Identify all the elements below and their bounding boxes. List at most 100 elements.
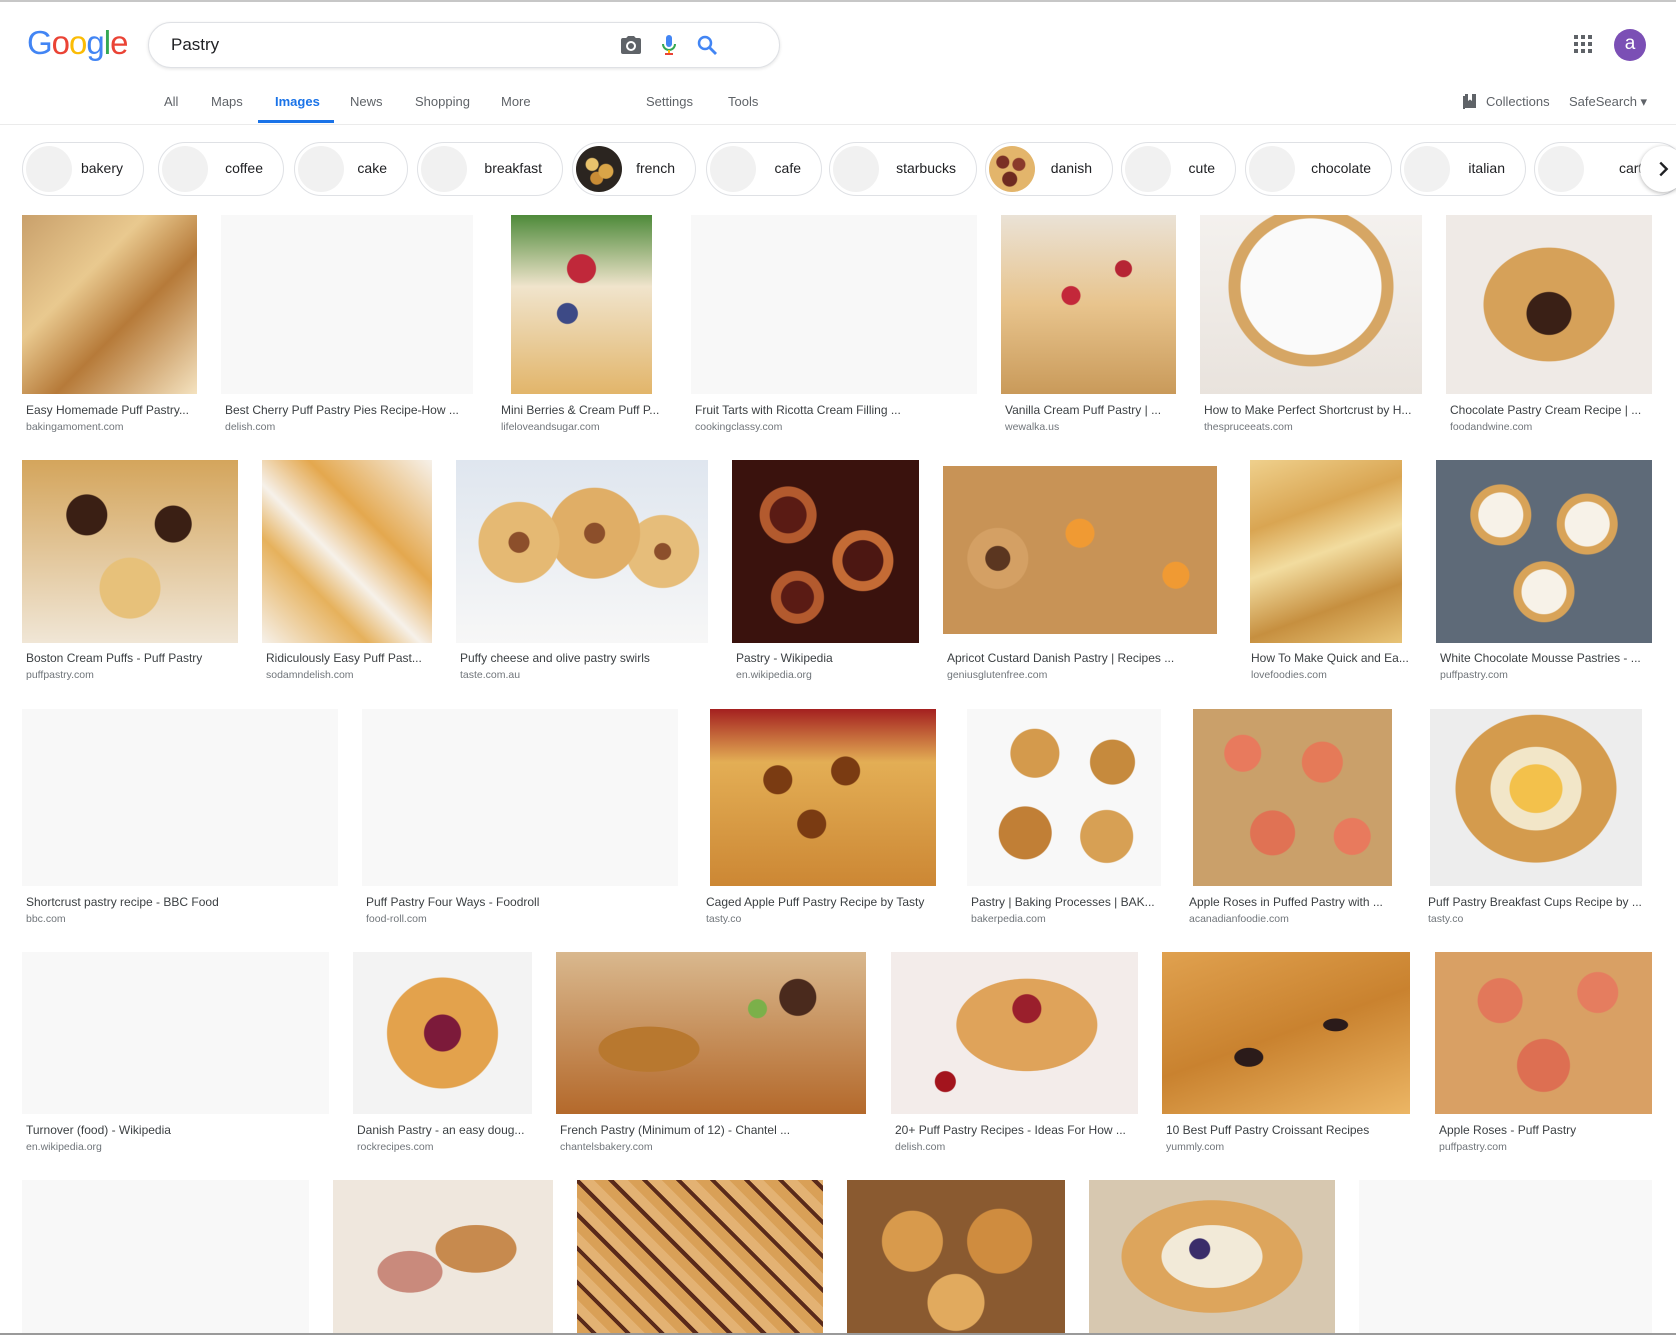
result-title[interactable]: Apple Roses - Puff Pastry — [1439, 1123, 1656, 1137]
tab-tools[interactable]: Tools — [728, 94, 758, 109]
result-site: en.wikipedia.org — [26, 1141, 102, 1153]
result-title[interactable]: 20+ Puff Pastry Recipes - Ideas For How … — [895, 1123, 1142, 1137]
chip-cute[interactable]: cute — [1121, 142, 1236, 196]
result-thumbnail[interactable] — [1430, 709, 1642, 886]
result-thumbnail[interactable] — [1193, 709, 1392, 886]
result-thumbnail[interactable] — [891, 952, 1138, 1114]
tab-images[interactable]: Images — [275, 94, 320, 109]
safesearch-dropdown[interactable]: SafeSearch ▾ — [1569, 94, 1647, 110]
result-thumbnail[interactable] — [22, 215, 197, 394]
result-title[interactable]: Boston Cream Puffs - Puff Pastry — [26, 651, 242, 665]
result-title[interactable]: 10 Best Puff Pastry Croissant Recipes — [1166, 1123, 1414, 1137]
result-thumbnail[interactable] — [691, 215, 977, 394]
search-icon[interactable] — [695, 33, 719, 57]
result-thumbnail[interactable] — [262, 460, 432, 643]
chip-danish[interactable]: danish — [985, 142, 1113, 196]
chip-bakery[interactable]: bakery — [22, 142, 144, 196]
result-title[interactable]: Chocolate Pastry Cream Recipe | ... — [1450, 403, 1656, 417]
search-box[interactable] — [148, 22, 780, 68]
result-title[interactable]: How to Make Perfect Shortcrust by H... — [1204, 403, 1426, 417]
chip-coffee[interactable]: coffee — [158, 142, 284, 196]
chip-thumbnail — [162, 146, 208, 192]
result-title[interactable]: Puff Pastry Breakfast Cups Recipe by ... — [1428, 895, 1646, 909]
chip-thumbnail — [576, 146, 622, 192]
camera-icon[interactable] — [619, 33, 643, 57]
result-title[interactable]: Fruit Tarts with Ricotta Cream Filling .… — [695, 403, 981, 417]
search-input[interactable] — [169, 34, 623, 56]
tab-maps[interactable]: Maps — [211, 94, 243, 109]
result-thumbnail[interactable] — [353, 952, 532, 1114]
result-site: geniusglutenfree.com — [947, 669, 1048, 681]
result-thumbnail[interactable] — [22, 460, 238, 643]
result-thumbnail[interactable] — [221, 215, 473, 394]
microphone-icon[interactable] — [657, 33, 681, 57]
result-title[interactable]: Ridiculously Easy Puff Past... — [266, 651, 436, 665]
tab-all[interactable]: All — [164, 94, 178, 109]
result-title[interactable]: Apple Roses in Puffed Pastry with ... — [1189, 895, 1399, 909]
chip-cafe[interactable]: cafe — [706, 142, 822, 196]
google-logo[interactable]: Google — [27, 24, 128, 62]
result-thumbnail[interactable] — [847, 1180, 1065, 1333]
chip-french[interactable]: french — [572, 142, 696, 196]
result-title[interactable]: Puffy cheese and olive pastry swirls — [460, 651, 712, 665]
result-thumbnail[interactable] — [1359, 1180, 1652, 1333]
result-site: sodamndelish.com — [266, 669, 354, 681]
result-site: puffpastry.com — [26, 669, 94, 681]
result-thumbnail[interactable] — [577, 1180, 823, 1333]
result-title[interactable]: Easy Homemade Puff Pastry... — [26, 403, 201, 417]
result-title[interactable]: Shortcrust pastry recipe - BBC Food — [26, 895, 342, 909]
chip-thumbnail — [1404, 146, 1450, 192]
chip-thumbnail — [989, 146, 1035, 192]
result-thumbnail[interactable] — [1435, 952, 1652, 1114]
collections-icon[interactable] — [1462, 93, 1478, 110]
result-thumbnail[interactable] — [1200, 215, 1422, 394]
chip-breakfast[interactable]: breakfast — [417, 142, 563, 196]
result-thumbnail[interactable] — [333, 1180, 553, 1333]
avatar[interactable]: a — [1614, 29, 1646, 61]
result-thumbnail[interactable] — [1436, 460, 1652, 643]
result-thumbnail[interactable] — [1089, 1180, 1335, 1333]
result-title[interactable]: Caged Apple Puff Pastry Recipe by Tasty — [706, 895, 940, 909]
result-title[interactable]: Pastry | Baking Processes | BAK... — [971, 895, 1165, 909]
result-site: foodandwine.com — [1450, 421, 1533, 433]
result-thumbnail[interactable] — [967, 709, 1161, 886]
result-thumbnail[interactable] — [1250, 460, 1402, 643]
result-thumbnail[interactable] — [456, 460, 708, 643]
result-thumbnail[interactable] — [556, 952, 866, 1114]
result-thumbnail[interactable] — [22, 1180, 309, 1333]
apps-grid-icon[interactable] — [1574, 35, 1592, 53]
tab-news[interactable]: News — [350, 94, 383, 109]
result-thumbnail[interactable] — [22, 709, 338, 886]
result-title[interactable]: Turnover (food) - Wikipedia — [26, 1123, 333, 1137]
result-thumbnail[interactable] — [362, 709, 678, 886]
result-title[interactable]: Pastry - Wikipedia — [736, 651, 923, 665]
chip-chocolate[interactable]: chocolate — [1245, 142, 1392, 196]
tab-settings[interactable]: Settings — [646, 94, 693, 109]
result-thumbnail[interactable] — [943, 466, 1217, 634]
chip-italian[interactable]: italian — [1400, 142, 1526, 196]
result-thumbnail[interactable] — [1162, 952, 1410, 1114]
result-thumbnail[interactable] — [22, 952, 329, 1114]
result-thumbnail[interactable] — [1446, 215, 1652, 394]
result-title[interactable]: Puff Pastry Four Ways - Foodroll — [366, 895, 682, 909]
result-title[interactable]: Best Cherry Puff Pastry Pies Recipe-How … — [225, 403, 477, 417]
result-site: wewalka.us — [1005, 421, 1060, 433]
result-thumbnail[interactable] — [1001, 215, 1176, 394]
result-thumbnail[interactable] — [710, 709, 936, 886]
result-title[interactable]: Danish Pastry - an easy doug... — [357, 1123, 536, 1137]
result-site: delish.com — [225, 421, 276, 433]
chip-starbucks[interactable]: starbucks — [829, 142, 977, 196]
result-title[interactable]: How To Make Quick and Ea... — [1251, 651, 1409, 665]
collections-link[interactable]: Collections — [1486, 94, 1550, 109]
result-thumbnail[interactable] — [511, 215, 652, 394]
tab-shopping[interactable]: Shopping — [415, 94, 470, 109]
result-title[interactable]: White Chocolate Mousse Pastries - ... — [1440, 651, 1656, 665]
result-title[interactable]: Vanilla Cream Puff Pastry | ... — [1005, 403, 1180, 417]
chip-thumbnail — [710, 146, 756, 192]
result-title[interactable]: French Pastry (Minimum of 12) - Chantel … — [560, 1123, 870, 1137]
result-thumbnail[interactable] — [732, 460, 919, 643]
chip-cake[interactable]: cake — [294, 142, 408, 196]
result-title[interactable]: Mini Berries & Cream Puff P... — [501, 403, 671, 417]
result-title[interactable]: Apricot Custard Danish Pastry | Recipes … — [947, 651, 1221, 665]
tab-more[interactable]: More — [501, 94, 531, 109]
